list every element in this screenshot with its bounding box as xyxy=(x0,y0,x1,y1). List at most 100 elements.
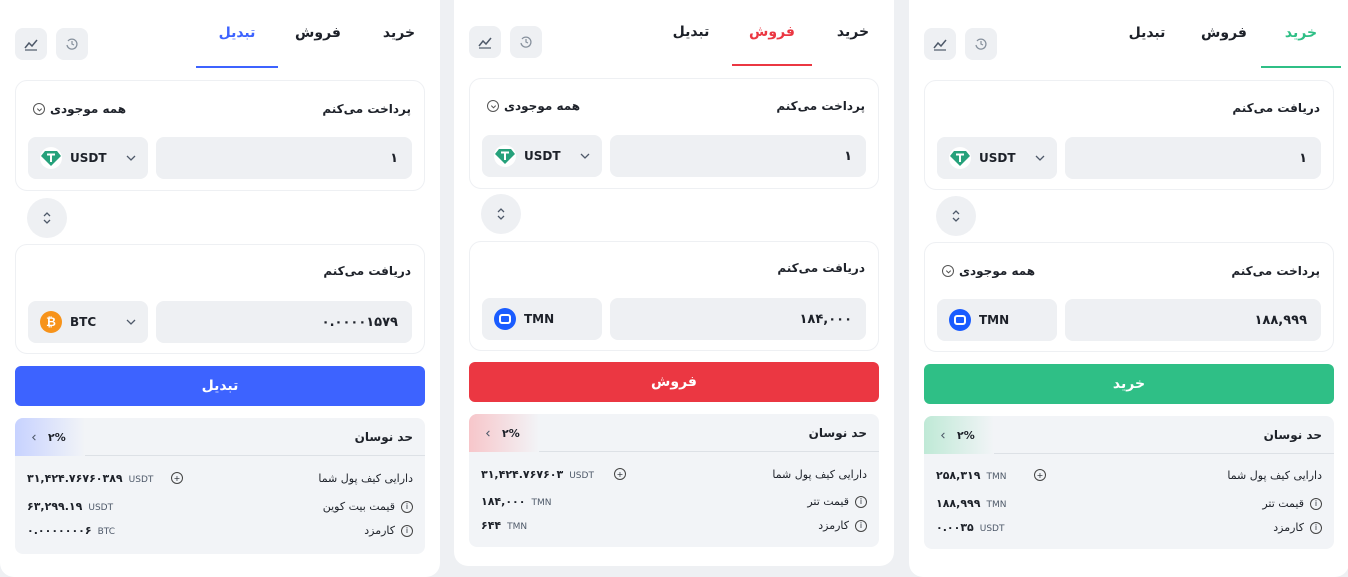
swap-icon xyxy=(952,210,960,222)
convert-button[interactable]: تبدیل xyxy=(15,366,425,406)
receive-currency-select[interactable]: TMN xyxy=(482,298,602,340)
history-icon xyxy=(66,38,78,50)
slippage-value: ۲% xyxy=(957,428,975,442)
pay-currency-code: USDT xyxy=(524,149,561,163)
price-value: ۱۸۸,۹۹۹ xyxy=(936,497,981,510)
history-icon xyxy=(975,38,987,50)
info-icon[interactable]: i xyxy=(401,500,413,513)
topbar: خرید فروش تبدیل xyxy=(0,0,440,68)
all-balance-button[interactable]: همه موجودی xyxy=(33,102,126,116)
receive-currency-select[interactable]: ₿ BTC xyxy=(28,301,148,343)
all-balance-button[interactable]: همه موجودی xyxy=(942,264,1035,278)
receive-currency-select[interactable]: USDT xyxy=(937,137,1057,179)
buy-panel: خرید فروش تبدیل دریافت می‌کنم USDT ۱ پرد… xyxy=(909,0,1348,577)
price-row: ۱۸۸,۹۹۹ TMN قیمت تتر i xyxy=(936,497,1322,513)
slippage-row: ۲% حد نوسان xyxy=(15,418,425,456)
chevron-left-icon xyxy=(941,432,945,438)
sell-button[interactable]: فروش xyxy=(469,362,879,402)
pay-amount-input[interactable]: ۱ xyxy=(156,137,412,179)
wallet-value: ۳۱,۴۲۴.۷۶۷۶۰۳۸۹ xyxy=(27,472,123,485)
slippage-label: حد نوسان xyxy=(1263,428,1322,442)
price-value: ۶۳,۲۹۹.۱۹ xyxy=(27,500,83,513)
tab-convert[interactable]: تبدیل xyxy=(1107,0,1187,68)
receive-amount-input[interactable]: ۱۸۴,۰۰۰ xyxy=(610,298,866,340)
toman-icon xyxy=(494,308,516,330)
info-icon[interactable]: i xyxy=(401,524,413,537)
wallet-row: ۲۵۸,۳۱۹ TMN + دارایی کیف پول شما xyxy=(936,469,1322,485)
chevron-down-icon xyxy=(126,319,136,325)
tab-buy[interactable]: خرید xyxy=(358,0,440,68)
info-icon[interactable]: i xyxy=(1310,521,1322,534)
tab-buy[interactable]: خرید xyxy=(1261,0,1341,68)
swap-icon xyxy=(497,208,505,220)
fee-unit: BTC xyxy=(97,527,116,537)
history-icon xyxy=(520,36,532,48)
fee-row: ۶۴۴ TMN کارمزد i xyxy=(481,519,867,535)
slippage-chip[interactable]: ۲% xyxy=(469,414,539,452)
chart-button[interactable] xyxy=(924,28,956,60)
trade-tabs: خرید فروش تبدیل xyxy=(650,0,894,66)
slippage-value: ۲% xyxy=(48,430,66,444)
wallet-label: دارایی کیف پول شما xyxy=(772,468,867,481)
swap-button[interactable] xyxy=(27,198,67,238)
pay-label: پرداخت می‌کنم xyxy=(1231,264,1320,278)
tab-buy[interactable]: خرید xyxy=(812,0,894,66)
history-button[interactable] xyxy=(56,28,88,60)
info-box: ۲% حد نوسان ۳۱,۴۲۴.۷۶۷۶۰۳ USDT + دارایی ک… xyxy=(469,414,879,547)
fee-value: ۶۴۴ xyxy=(481,519,502,532)
tab-convert[interactable]: تبدیل xyxy=(650,0,732,66)
chevron-down-icon xyxy=(126,155,136,161)
info-icon[interactable]: i xyxy=(855,495,867,508)
receive-label: دریافت می‌کنم xyxy=(777,261,865,275)
chart-button[interactable] xyxy=(15,28,47,60)
pay-currency-select[interactable]: USDT xyxy=(482,135,602,177)
buy-button[interactable]: خرید xyxy=(924,364,1334,404)
topbar: خرید فروش تبدیل xyxy=(909,0,1348,68)
slippage-row: ۲% حد نوسان xyxy=(469,414,879,452)
convert-panel: خرید فروش تبدیل پرداخت می‌کنم همه موجودی… xyxy=(0,0,440,577)
info-icon[interactable]: i xyxy=(855,519,867,532)
slippage-chip[interactable]: ۲% xyxy=(924,416,994,454)
slippage-chip[interactable]: ۲% xyxy=(15,418,85,456)
info-icon[interactable]: i xyxy=(1310,497,1322,510)
all-balance-button[interactable]: همه موجودی xyxy=(487,99,580,113)
pay-card: پرداخت می‌کنم همه موجودی TMN ۱۸۸,۹۹۹ xyxy=(924,242,1334,352)
price-label: قیمت بیت کوین xyxy=(322,500,395,513)
tab-convert[interactable]: تبدیل xyxy=(196,0,278,68)
add-icon[interactable]: + xyxy=(614,468,626,480)
trade-tabs: خرید فروش تبدیل xyxy=(196,0,440,68)
tether-icon xyxy=(949,147,971,169)
info-box: ۲% حد نوسان ۳۱,۴۲۴.۷۶۷۶۰۳۸۹ USDT + دارایی… xyxy=(15,418,425,554)
wallet-label: دارایی کیف پول شما xyxy=(318,472,413,485)
fee-unit: TMN xyxy=(507,522,528,532)
pay-amount-input[interactable]: ۱۸۸,۹۹۹ xyxy=(1065,299,1321,341)
tab-sell[interactable]: فروش xyxy=(1187,0,1261,68)
price-label: قیمت تتر xyxy=(1262,497,1304,510)
add-icon[interactable]: + xyxy=(171,472,183,484)
history-button[interactable] xyxy=(510,26,542,58)
add-icon[interactable]: + xyxy=(1034,469,1046,481)
receive-amount-input[interactable]: ۱ xyxy=(1065,137,1321,179)
all-balance-label: همه موجودی xyxy=(50,102,127,116)
fee-value: ۰.۰۰۳۵ xyxy=(936,521,974,534)
receive-amount-input[interactable]: ۰.۰۰۰۰۱۵۷۹ xyxy=(156,301,412,343)
chart-button[interactable] xyxy=(469,26,501,58)
tab-sell[interactable]: فروش xyxy=(732,0,812,66)
wallet-value: ۲۵۸,۳۱۹ xyxy=(936,469,981,482)
pay-amount-input[interactable]: ۱ xyxy=(610,135,866,177)
chevron-down-icon xyxy=(942,265,954,277)
history-button[interactable] xyxy=(965,28,997,60)
chart-icon xyxy=(933,39,947,51)
tab-sell[interactable]: فروش xyxy=(278,0,358,68)
swap-button[interactable] xyxy=(481,194,521,234)
chevron-left-icon xyxy=(32,434,36,440)
price-unit: TMN xyxy=(531,498,552,508)
swap-button[interactable] xyxy=(936,196,976,236)
fee-label: کارمزد xyxy=(364,524,395,537)
chevron-left-icon xyxy=(486,430,490,436)
receive-currency-code: TMN xyxy=(524,312,555,326)
receive-card: دریافت می‌کنم ₿ BTC ۰.۰۰۰۰۱۵۷۹ xyxy=(15,244,425,354)
pay-label: پرداخت می‌کنم xyxy=(776,99,865,113)
pay-currency-select[interactable]: USDT xyxy=(28,137,148,179)
pay-currency-select[interactable]: TMN xyxy=(937,299,1057,341)
